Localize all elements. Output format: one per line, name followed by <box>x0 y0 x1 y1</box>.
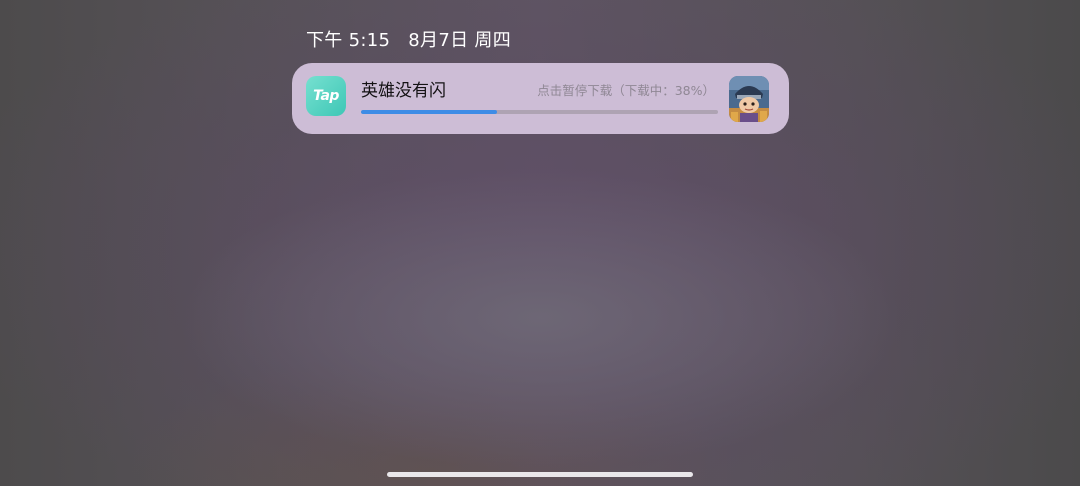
notification-title: 英雄没有闪 <box>361 81 446 101</box>
time-label: 下午 5:15 <box>306 30 391 51</box>
download-progress-bar <box>361 110 718 114</box>
lockscreen-datetime: 下午 5:15 8月7日 周四 <box>306 26 511 52</box>
game-thumbnail-icon <box>729 76 769 122</box>
taptap-app-icon: Tap <box>306 76 346 116</box>
pause-download-hint[interactable]: 点击暂停下载（下载中：38%） <box>537 80 715 99</box>
weekday-label: 周四 <box>474 30 512 51</box>
taptap-logo-text: Tap <box>313 88 339 104</box>
download-notification[interactable]: Tap 英雄没有闪 点击暂停下载（下载中：38%） <box>292 63 789 134</box>
date-label: 8月7日 <box>408 30 469 51</box>
home-indicator-bar[interactable] <box>387 472 693 477</box>
download-progress-fill <box>361 110 497 114</box>
